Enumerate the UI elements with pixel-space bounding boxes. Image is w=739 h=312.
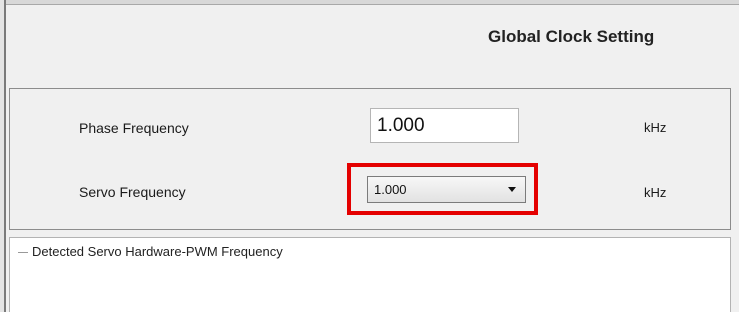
window: Global Clock Setting Phase Frequency kHz… bbox=[0, 0, 739, 312]
detected-pwm-frequency-panel: Detected Servo Hardware-PWM Frequency bbox=[9, 237, 731, 312]
page-title: Global Clock Setting bbox=[488, 27, 655, 46]
clock-settings-group: Phase Frequency kHz Servo Frequency 1.00… bbox=[9, 88, 731, 230]
window-top-border bbox=[0, 0, 739, 5]
phase-frequency-unit: kHz bbox=[644, 120, 667, 135]
servo-frequency-dropdown[interactable]: 1.000 bbox=[367, 176, 526, 203]
servo-frequency-unit: kHz bbox=[644, 185, 667, 200]
servo-frequency-selected-value: 1.000 bbox=[374, 182, 407, 197]
chevron-down-icon[interactable] bbox=[508, 187, 516, 192]
window-left-border bbox=[0, 0, 6, 312]
phase-frequency-input[interactable] bbox=[370, 108, 519, 143]
tree-line-icon bbox=[18, 252, 28, 254]
detected-pwm-frequency-header: Detected Servo Hardware-PWM Frequency bbox=[18, 244, 283, 259]
servo-frequency-label: Servo Frequency bbox=[79, 184, 186, 200]
detected-pwm-frequency-label: Detected Servo Hardware-PWM Frequency bbox=[32, 244, 283, 259]
phase-frequency-label: Phase Frequency bbox=[79, 120, 189, 136]
